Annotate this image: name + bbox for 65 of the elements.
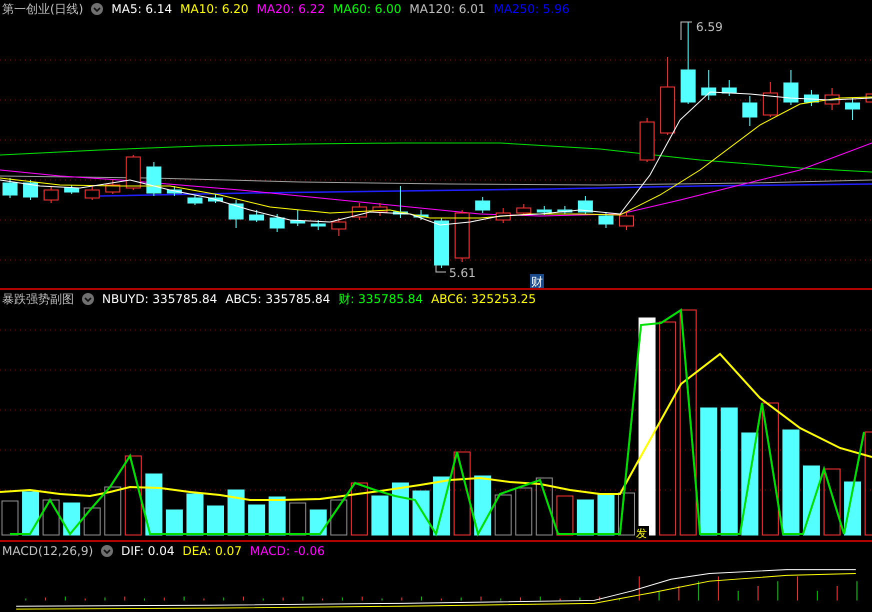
indicator-value: DEA: 0.07: [182, 544, 242, 558]
panel-title: 暴跌强势副图: [2, 290, 74, 308]
candlestick: [249, 210, 264, 222]
candlestick: [23, 180, 38, 200]
candlestick: [331, 218, 346, 236]
candlestick: [454, 210, 470, 262]
candlestick: [434, 218, 450, 268]
candlestick: [619, 212, 634, 230]
candlestick: [187, 194, 202, 206]
candlestick: [290, 210, 306, 226]
candlestick: [475, 196, 490, 214]
indicator-value: MA5: 6.14: [111, 2, 172, 16]
panel-title: 第一创业(日线): [2, 0, 84, 18]
candlestick: [372, 202, 388, 216]
low-price-label: 5.61: [449, 266, 476, 280]
candlestick: [64, 184, 80, 194]
indicator-value: MA250: 5.96: [493, 2, 570, 16]
candlestick: [84, 186, 100, 200]
candlestick: [44, 186, 59, 204]
candlestick: [598, 212, 614, 228]
candlestick: [578, 196, 593, 214]
indicator-value: ABC5: 335785.84: [225, 292, 330, 306]
candlestick: [126, 154, 141, 190]
candlestick: [516, 204, 532, 216]
candlestick: [762, 82, 778, 118]
candlestick: [414, 210, 428, 220]
candlestick: [496, 208, 511, 224]
candlestick: [270, 214, 285, 232]
candlestick: [105, 180, 120, 194]
candlestick: [742, 96, 758, 126]
indicator-value: NBUYD: 335785.84: [102, 292, 218, 306]
candlestick: [166, 186, 182, 196]
candlestick: [783, 70, 798, 106]
candlestick: [804, 90, 819, 106]
indicator-value: 财: 335785.84: [338, 290, 424, 308]
candlestick: [352, 202, 367, 220]
leader-line: [680, 22, 692, 40]
candlestick: [536, 206, 552, 216]
candlestick: [2, 178, 18, 198]
signal-marker: 发: [635, 526, 649, 540]
candlestick: [701, 70, 716, 100]
indicator-value: ABC6: 325253.25: [431, 292, 536, 306]
collapse-icon[interactable]: [101, 545, 114, 557]
leader-line: [436, 264, 446, 272]
collapse-icon[interactable]: [82, 293, 94, 305]
collapse-icon[interactable]: [91, 3, 104, 15]
high-price-label: 6.59: [696, 20, 723, 34]
candlestick: [146, 162, 162, 196]
indicator-value: DIF: 0.04: [121, 544, 174, 558]
candlestick: [310, 220, 326, 230]
panel-title: MACD(12,26,9): [2, 544, 94, 558]
indicator-value: MACD: -0.06: [250, 544, 325, 558]
indicator-value: MA120: 6.01: [409, 2, 486, 16]
candlestick: [557, 206, 572, 214]
candlestick: [208, 194, 223, 204]
candlestick: [392, 186, 408, 218]
indicator-value: MA60: 6.00: [333, 2, 402, 16]
candlestick: [722, 80, 737, 96]
candlestick: [845, 98, 860, 120]
indicator-value: MA10: 6.20: [180, 2, 249, 16]
candlestick: [228, 200, 244, 228]
candlestick: [640, 118, 655, 162]
indicator-value: MA20: 6.22: [256, 2, 325, 16]
candlestick: [824, 88, 840, 110]
event-marker[interactable]: 财: [530, 274, 544, 288]
